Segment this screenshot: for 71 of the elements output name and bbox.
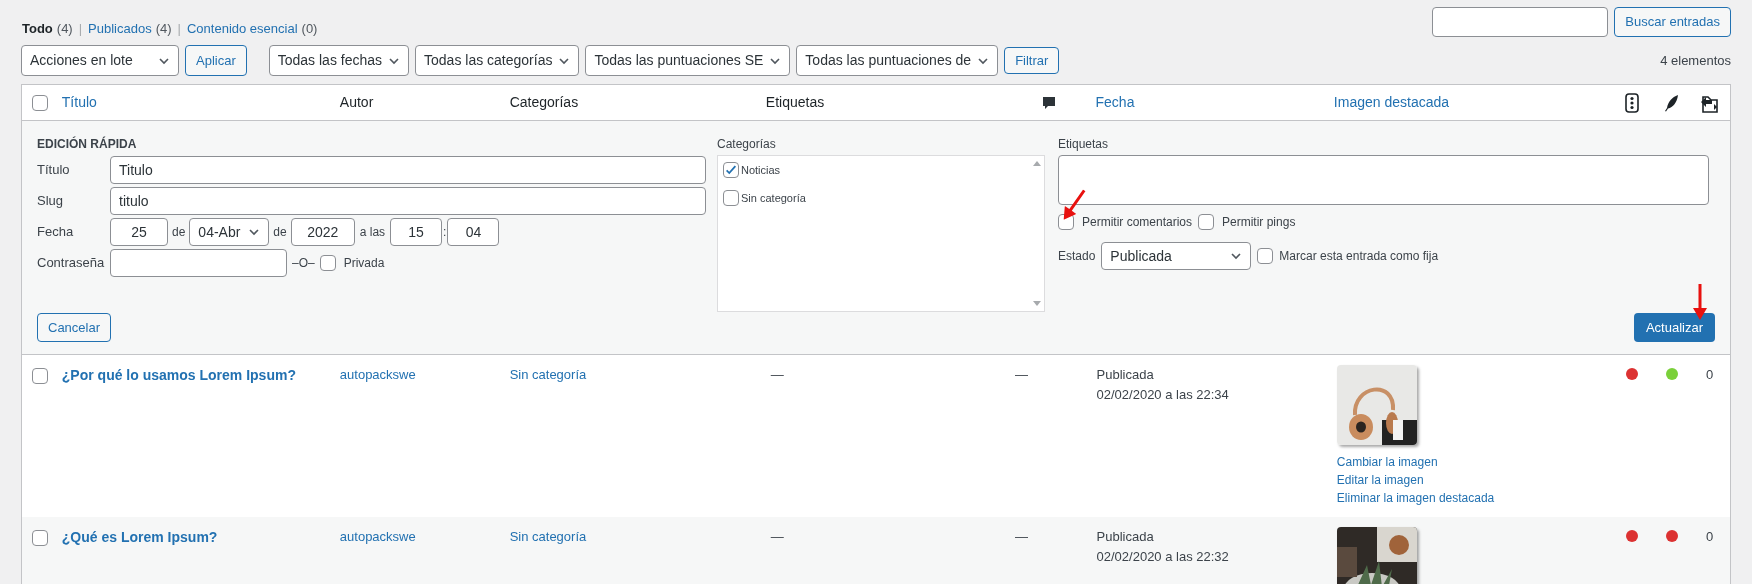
apply-button[interactable]: Aplicar (185, 45, 247, 76)
cancel-button[interactable]: Cancelar (37, 313, 112, 342)
column-header: Etiquetas (765, 94, 825, 110)
view-filter-link[interactable]: Todo (22, 19, 53, 39)
item-count: 4 elementos (1660, 51, 1731, 70)
tags-cell: — (770, 367, 784, 382)
image-action-link[interactable]: Eliminar la imagen destacada (1336, 489, 1610, 507)
view-filter-link[interactable]: Contenido esencial (187, 19, 298, 39)
image-action-link[interactable]: Cambiar la imagen (1336, 453, 1610, 471)
minute-input[interactable]: 04 (447, 218, 500, 246)
update-button[interactable]: Actualizar (1633, 313, 1715, 342)
hour-input[interactable]: 15 (390, 218, 443, 246)
column-header-link[interactable]: Título (61, 94, 97, 110)
field-label: Título (37, 161, 71, 180)
year-input[interactable]: 2022 (290, 218, 355, 246)
category-link[interactable]: Sin categoría (509, 529, 587, 544)
category-label: Sin categoría (741, 190, 806, 206)
status-select[interactable]: Publicada (1101, 242, 1252, 270)
column-header-link[interactable]: Fecha (1095, 94, 1135, 110)
view-filter-link[interactable]: Publicados (88, 19, 152, 39)
filter-select[interactable]: Todas las categorías (415, 45, 580, 76)
column-header: Autor (339, 94, 374, 110)
day-input[interactable]: 25 (110, 218, 168, 246)
filter-button[interactable]: Filtrar (1004, 47, 1060, 74)
view-count: (0) (301, 20, 318, 38)
field-label: Estado (1058, 248, 1096, 265)
checkbox-label: Marcar esta entrada como fija (1279, 248, 1439, 265)
field-label: Contraseña (37, 254, 106, 273)
filter-select[interactable]: Todas las fechas (268, 45, 410, 76)
checkbox-label: Permitir comentarios (1082, 214, 1193, 231)
view-separator: | (78, 20, 83, 38)
slug-input[interactable]: titulo (110, 187, 706, 215)
post-title-link[interactable]: ¿Por qué lo usamos Lorem Ipsum? (61, 367, 296, 383)
post-title-link[interactable]: ¿Qué es Lorem Ipsum? (61, 529, 218, 545)
post-status: Publicada (1096, 366, 1155, 384)
time-separator: : (443, 224, 447, 241)
date-separator: a las (359, 224, 386, 241)
title-input[interactable]: Titulo (110, 156, 706, 184)
date-separator: de (172, 224, 186, 241)
comments-cell: — (1015, 529, 1029, 544)
field-label: Etiquetas (1058, 136, 1110, 153)
link-count: 0 (1706, 528, 1714, 546)
month-select[interactable]: 04-Abr (189, 218, 270, 246)
view-count: (4) (155, 20, 172, 38)
or-separator: –O– (292, 255, 315, 272)
author-link[interactable]: autopackswe (339, 529, 416, 544)
category-label: Noticias (741, 163, 781, 178)
filter-select[interactable]: Todas las puntuaciones de (796, 45, 999, 76)
search-button[interactable]: Buscar entradas (1614, 7, 1731, 37)
bulk-actions-select[interactable]: Acciones en lote (21, 45, 179, 76)
column-header-link[interactable]: Imagen destacada (1333, 94, 1450, 110)
link-count: 0 (1706, 366, 1714, 384)
comments-cell: — (1015, 367, 1029, 382)
image-action-link[interactable]: Editar la imagen (1336, 471, 1610, 489)
column-header: Categorías (509, 94, 579, 110)
view-count: (4) (56, 20, 73, 38)
post-date: 02/02/2020 a las 22:34 (1096, 386, 1230, 404)
field-label: Categorías (717, 136, 777, 153)
checkbox-label: Privada (343, 255, 385, 272)
category-link[interactable]: Sin categoría (509, 367, 587, 382)
tags-cell: — (770, 529, 784, 544)
checkbox-label: Permitir pings (1222, 214, 1296, 231)
field-label: Slug (37, 192, 65, 211)
author-link[interactable]: autopackswe (339, 367, 416, 382)
post-status: Publicada (1096, 528, 1155, 546)
field-label: Fecha (37, 223, 75, 242)
filter-select[interactable]: Todas las puntuaciones SE (585, 45, 791, 76)
view-separator: | (177, 20, 181, 38)
post-date: 02/02/2020 a las 22:32 (1096, 548, 1230, 566)
quick-edit-heading: EDICIÓN RÁPIDA (37, 135, 138, 153)
date-separator: de (273, 224, 287, 241)
